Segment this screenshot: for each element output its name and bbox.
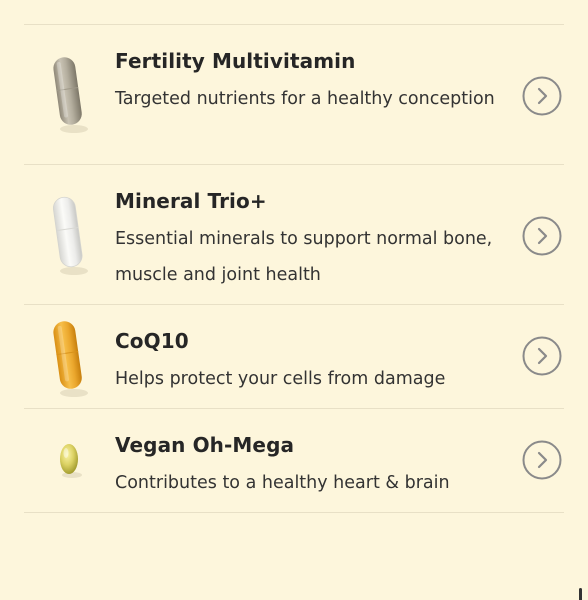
chevron-right-icon[interactable]: [522, 76, 562, 116]
product-name: Vegan Oh-Mega: [115, 433, 295, 457]
list-item-fertility-multivitamin[interactable]: Fertility Multivitamin Targeted nutrient…: [24, 25, 564, 165]
chevron-right-icon[interactable]: [522, 336, 562, 376]
softgel-icon: [38, 417, 98, 507]
scrollbar-thumb[interactable]: [579, 588, 582, 600]
product-description: Targeted nutrients for a healthy concept…: [115, 89, 495, 109]
product-description: Essential minerals to support normal bon…: [115, 229, 493, 285]
product-description: Helps protect your cells from damage: [115, 369, 446, 389]
product-description: Contributes to a healthy heart & brain: [115, 473, 450, 493]
list-item-vegan-oh-mega[interactable]: Vegan Oh-Mega Contributes to a healthy h…: [24, 409, 564, 513]
chevron-right-icon[interactable]: [522, 440, 562, 480]
product-name: Fertility Multivitamin: [115, 49, 356, 73]
list-item-mineral-trio[interactable]: Mineral Trio+ Essential minerals to supp…: [24, 165, 564, 305]
list-item-coq10[interactable]: CoQ10 Helps protect your cells from dama…: [24, 305, 564, 409]
product-list: Fertility Multivitamin Targeted nutrient…: [24, 24, 564, 513]
product-name: CoQ10: [115, 329, 189, 353]
product-name: Mineral Trio+: [115, 189, 267, 213]
white-capsule-icon: [38, 189, 98, 279]
chevron-right-icon[interactable]: [522, 216, 562, 256]
yellow-capsule-icon: [38, 313, 98, 403]
beige-capsule-icon: [38, 49, 98, 139]
